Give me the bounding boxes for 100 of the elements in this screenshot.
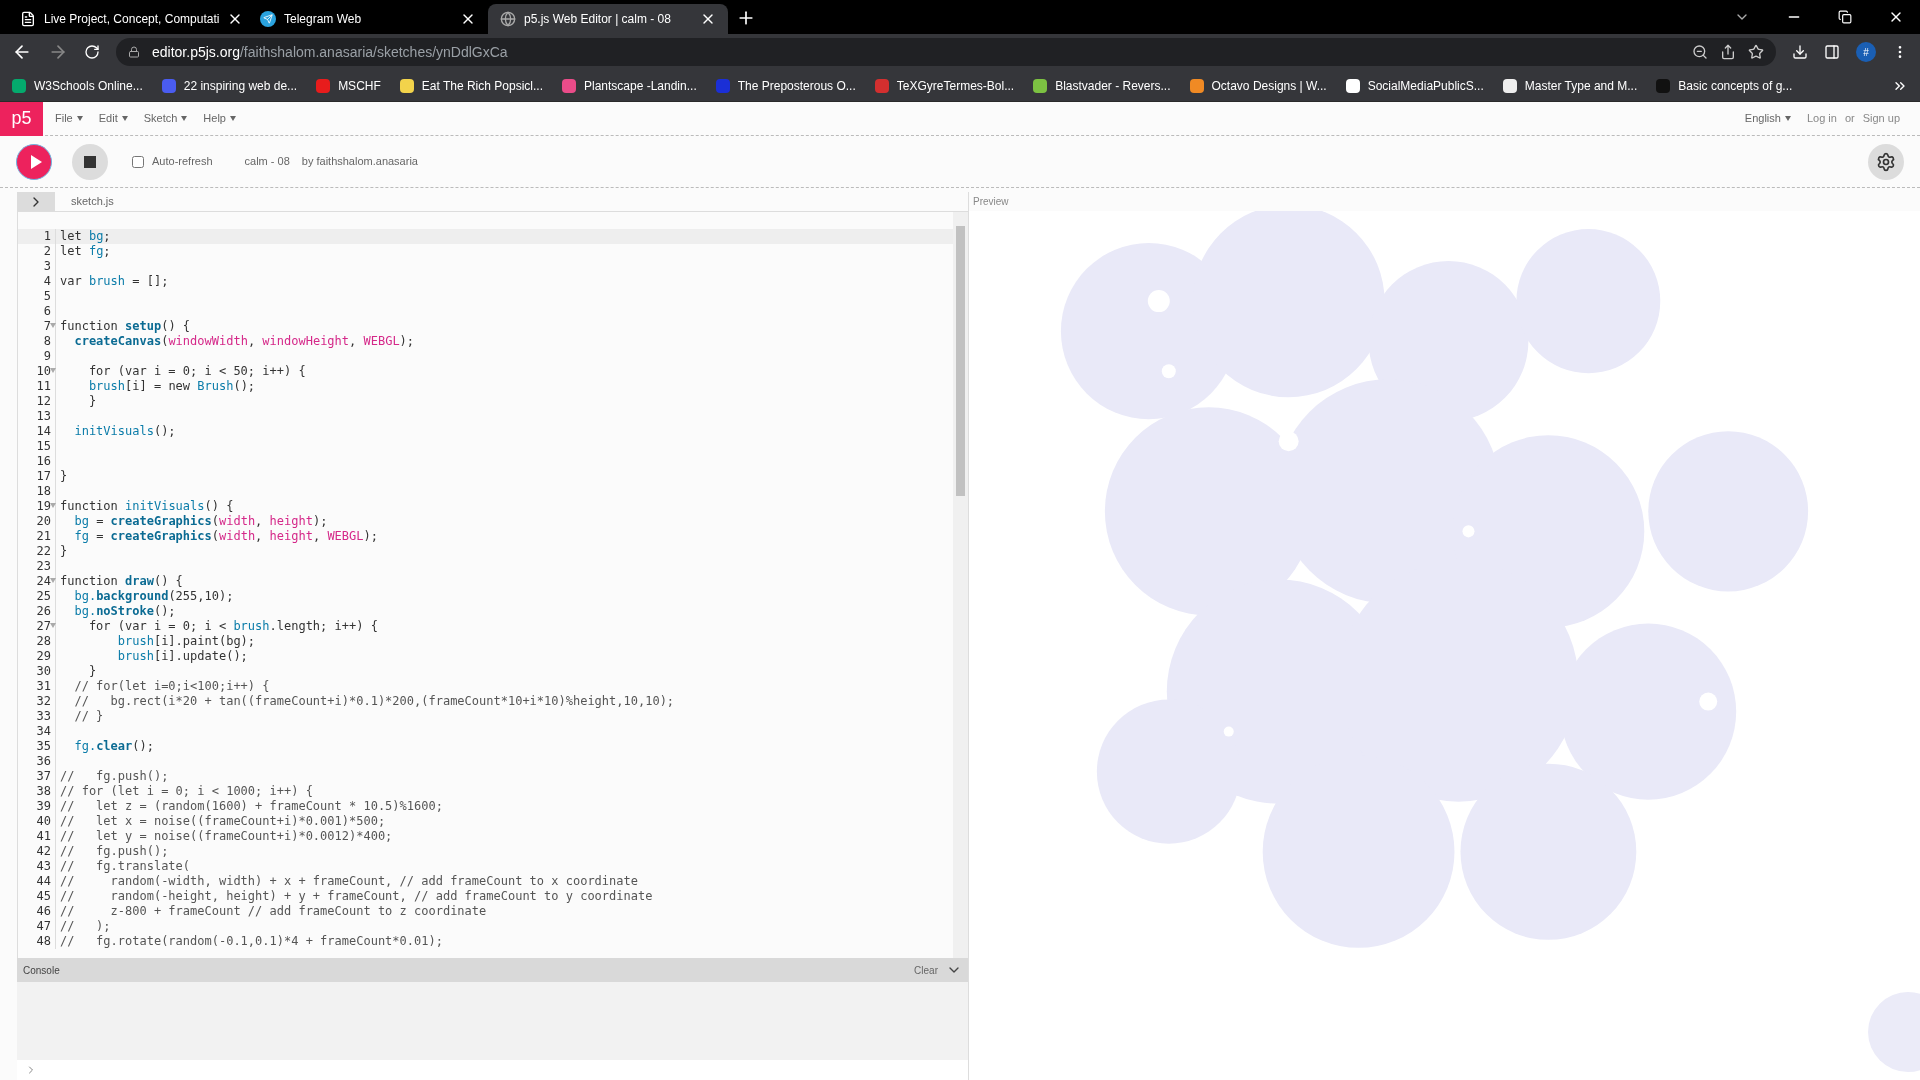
- address-bar[interactable]: editor.p5js.org/faithshalom.anasaria/sketches/ynDdlGxCa: [116, 38, 1776, 66]
- code-line: // bg.rect(i*20 + tan((frameCount+i)*0.1)*200,(frameCount*10+i*10)%height,10,10);: [73, 694, 675, 709]
- bookmark[interactable]: Master Type and M...: [1502, 76, 1638, 95]
- play-button[interactable]: [16, 143, 52, 180]
- line-number: 18: [36, 484, 51, 498]
- language-menu[interactable]: English: [1744, 110, 1791, 127]
- line-number: 21: [36, 529, 51, 543]
- zoom-out-icon[interactable]: [1692, 44, 1708, 60]
- download-icon[interactable]: [1792, 44, 1808, 60]
- code-line: function setup() {: [59, 319, 191, 334]
- share-icon[interactable]: [1720, 44, 1736, 60]
- code-line: // fg.push();: [59, 844, 169, 859]
- code-line: // random(-height, height) + y + frameCount, // add frameCount to y coordinate: [59, 889, 653, 904]
- stop-button[interactable]: [72, 143, 108, 180]
- code-editor[interactable]: [17, 211, 968, 958]
- settings-button[interactable]: [1868, 143, 1904, 180]
- menu-item[interactable]: Help: [203, 110, 236, 127]
- line-number: 38: [36, 784, 51, 798]
- caret-icon: [229, 116, 236, 121]
- line-number: 40: [36, 814, 51, 828]
- line-number: 14: [36, 424, 51, 438]
- code-line: for (var i = 0; i < brush.length; i++) {: [87, 619, 378, 634]
- file-tab[interactable]: sketch.js: [71, 193, 114, 210]
- line-number: 26: [36, 604, 51, 618]
- code-line: // for (let i = 0; i < 1000; i++) {: [59, 784, 313, 799]
- line-number: 7: [43, 319, 51, 333]
- code-line: // fg.rotate(random(-0.1,0.1)*4 + frameCount*0.01);: [59, 934, 443, 949]
- line-number: 6: [43, 304, 51, 318]
- browser-tab[interactable]: Telegram Web: [248, 4, 488, 34]
- line-number: 17: [36, 469, 51, 483]
- code-line: // fg.push();: [59, 769, 169, 784]
- line-number: 33: [36, 709, 51, 723]
- author-text: by faithshalom.anasaria: [301, 154, 418, 170]
- line-number: 15: [36, 439, 51, 453]
- line-number: 44: [36, 874, 51, 888]
- code-line: fg = createGraphics(width, height, WEBGL);: [73, 529, 378, 544]
- code-line: function initVisuals() {: [59, 499, 234, 514]
- code-line: // random(-width, width) + x + frameCount, // add frameCount to x coordinate: [59, 874, 638, 889]
- tab-title: p5.js Web Editor | calm - 08: [524, 11, 672, 28]
- side-panel-icon[interactable]: [1824, 44, 1840, 60]
- code-line: let bg;: [59, 229, 111, 244]
- line-number: 24: [36, 574, 51, 588]
- bookmark[interactable]: TeXGyreTermes-Bol...: [874, 76, 1015, 95]
- bookmark[interactable]: Basic concepts of g...: [1656, 76, 1793, 95]
- caret-icon: [1784, 116, 1791, 121]
- code-line: // let x = noise((frameCount+i)*0.001)*500;: [59, 814, 386, 829]
- line-number: 41: [36, 829, 51, 843]
- console-input[interactable]: [17, 1060, 968, 1080]
- bookmark[interactable]: Plantscape -Landin...: [561, 76, 697, 95]
- line-number: 11: [36, 379, 51, 393]
- bookmark[interactable]: Octavo Designs | W...: [1189, 76, 1327, 95]
- bookmark[interactable]: 22 inspiring web de...: [161, 76, 298, 95]
- bookmark[interactable]: W3Schools Online...: [12, 76, 143, 95]
- sketch-name[interactable]: calm - 08: [244, 153, 290, 170]
- reload-icon[interactable]: [84, 44, 100, 60]
- line-number: 30: [36, 664, 51, 678]
- code-line: createCanvas(windowWidth, windowHeight, WEBGL);: [73, 334, 415, 349]
- code-line: var brush = [];: [59, 274, 169, 289]
- restore-icon[interactable]: [1838, 10, 1852, 24]
- auto-refresh-checkbox[interactable]: [132, 155, 144, 168]
- signup-link[interactable]: Sign up: [1862, 110, 1900, 127]
- code-line: initVisuals();: [73, 424, 176, 439]
- star-icon[interactable]: [1748, 44, 1764, 60]
- browser-tab[interactable]: Live Project, Concept, Computati: [8, 4, 248, 34]
- line-number: 48: [36, 934, 51, 948]
- login-link[interactable]: Log in: [1806, 110, 1837, 127]
- line-number: 1: [43, 229, 51, 243]
- code-line: }: [87, 664, 97, 679]
- line-number: 39: [36, 799, 51, 813]
- menu-item[interactable]: File: [55, 110, 83, 127]
- code-line: fg.clear();: [73, 739, 154, 754]
- code-line: }: [59, 544, 68, 559]
- line-number: 32: [36, 694, 51, 708]
- caret-icon: [181, 116, 188, 121]
- scrollbar[interactable]: [953, 212, 968, 958]
- bookmark[interactable]: Blastvader - Revers...: [1033, 76, 1171, 95]
- bookmark[interactable]: The Preposterous O...: [715, 76, 856, 95]
- code-line: bg = createGraphics(width, height);: [73, 514, 328, 529]
- line-number: 27: [36, 619, 51, 633]
- stop-icon: [84, 155, 96, 168]
- menu-item[interactable]: Edit: [98, 110, 128, 127]
- line-number: 29: [36, 649, 51, 663]
- browser-tab[interactable]: p5.js Web Editor | calm - 08: [488, 4, 728, 34]
- menu-item[interactable]: Sketch: [143, 110, 188, 127]
- profile-avatar[interactable]: #: [1856, 42, 1876, 62]
- bookmark[interactable]: MSCHF: [316, 76, 381, 95]
- tab-title: Live Project, Concept, Computati: [44, 11, 220, 28]
- clear-button[interactable]: Clear: [914, 962, 938, 978]
- bookmark[interactable]: SocialMediaPublicS...: [1345, 76, 1484, 95]
- console-title: Console: [23, 963, 60, 978]
- line-number: 8: [43, 334, 51, 348]
- play-icon: [30, 154, 42, 169]
- url-text: editor.p5js.org/faithshalom.anasaria/sketches/ynDdlGxCa: [152, 42, 508, 62]
- bookmark[interactable]: Eat The Rich Popsicl...: [399, 76, 543, 95]
- code-line: // let y = noise((frameCount+i)*0.0012)*400;: [59, 829, 393, 844]
- code-line: }: [59, 469, 68, 484]
- code-line: // z-800 + frameCount // add frameCount to z coordinate: [59, 904, 487, 919]
- code-line: function draw() {: [59, 574, 183, 589]
- settings-icon: [1876, 151, 1896, 172]
- p5-logo[interactable]: p5: [0, 101, 43, 136]
